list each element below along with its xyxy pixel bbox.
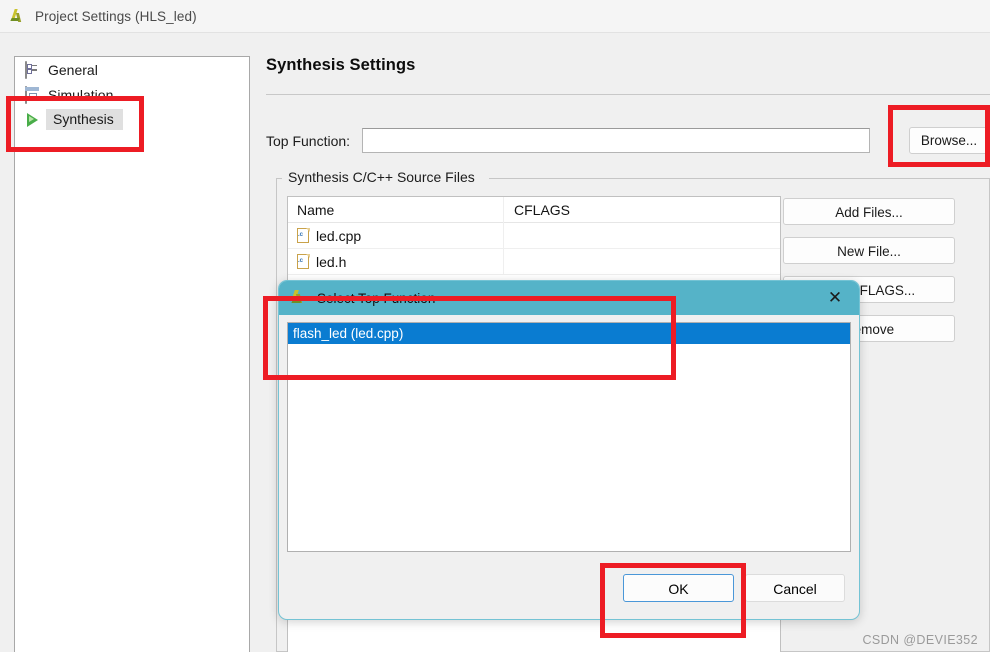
table-row[interactable]: .c led.h — [288, 248, 780, 275]
sidebar-item-label: General — [48, 61, 98, 78]
cell-cflags[interactable] — [503, 222, 780, 249]
watermark: CSDN @DEVIE352 — [862, 633, 978, 647]
annotation-box-ok-button — [600, 563, 746, 638]
general-form-icon — [25, 60, 41, 79]
close-icon[interactable]: ✕ — [825, 288, 845, 308]
c-file-icon: .c — [297, 228, 310, 243]
cancel-button[interactable]: Cancel — [745, 574, 845, 602]
file-name-label: led.cpp — [316, 227, 362, 244]
column-header-name[interactable]: Name — [288, 202, 503, 218]
cell-name: .c led.h — [288, 254, 503, 270]
top-function-label: Top Function: — [266, 132, 351, 149]
c-file-icon: .c — [297, 254, 310, 269]
new-file-button[interactable]: New File... — [783, 237, 955, 264]
cell-name: .c led.cpp — [288, 228, 503, 244]
sidebar-item-general[interactable]: General — [15, 57, 249, 82]
annotation-box-sidebar-synthesis — [6, 96, 144, 152]
top-function-input[interactable] — [362, 128, 871, 153]
vitis-hls-logo-icon — [9, 8, 26, 25]
top-function-row: Top Function: — [266, 128, 990, 153]
app-window: Project Settings (HLS_led) General Simul… — [0, 0, 990, 652]
title-divider — [266, 94, 990, 95]
cell-cflags[interactable] — [503, 248, 780, 275]
annotation-box-top-function-item — [263, 296, 676, 380]
window-title: Project Settings (HLS_led) — [35, 8, 197, 24]
file-name-label: led.h — [316, 253, 347, 270]
table-row[interactable]: .c led.cpp — [288, 222, 780, 249]
add-files-button[interactable]: Add Files... — [783, 198, 955, 225]
annotation-box-browse-button — [888, 105, 990, 167]
column-header-cflags[interactable]: CFLAGS — [503, 196, 780, 223]
table-header-row: Name CFLAGS — [288, 196, 780, 223]
page-title: Synthesis Settings — [266, 56, 416, 74]
window-titlebar: Project Settings (HLS_led) — [0, 0, 990, 33]
